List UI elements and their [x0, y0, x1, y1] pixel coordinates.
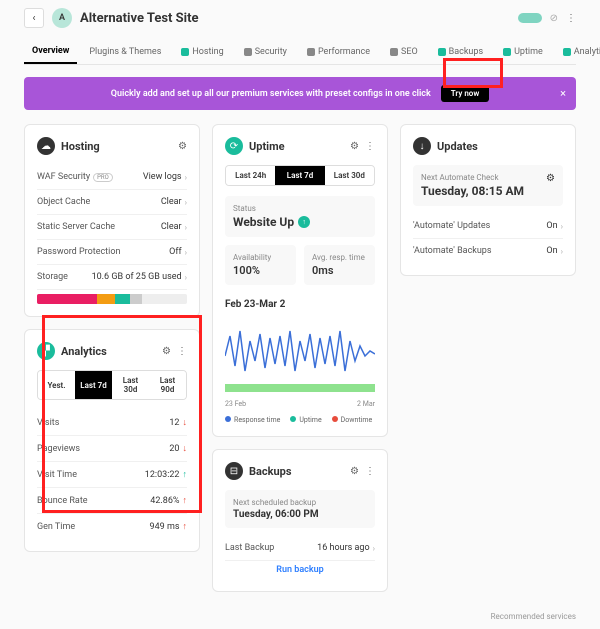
- site-title: Alternative Test Site: [80, 11, 199, 26]
- down-arrow-icon: ↓: [183, 417, 188, 428]
- uptime-icon: [503, 48, 511, 56]
- uptime-chart: [225, 316, 375, 396]
- range-30d[interactable]: Last 30d: [325, 166, 374, 185]
- banner-close-icon[interactable]: ×: [560, 87, 566, 100]
- more-icon[interactable]: ⋮: [365, 141, 375, 152]
- hosting-row-password[interactable]: Password ProtectionOff›: [37, 240, 187, 265]
- range-7d[interactable]: Last 7d: [75, 371, 112, 399]
- analytics-visits: Visits12↓: [37, 410, 187, 436]
- tab-uptime[interactable]: Uptime: [495, 41, 551, 63]
- hosting-row-static[interactable]: Static Server CacheClear›: [37, 215, 187, 240]
- hosting-card: ☁ Hosting ⚙ WAF SecurityPROView logs› Ob…: [24, 124, 200, 317]
- recommended-services: Recommended services: [24, 612, 576, 621]
- hosting-row-storage[interactable]: Storage10.6 GB of 25 GB used›: [37, 265, 187, 290]
- status-pill: [518, 13, 542, 23]
- analytics-gen: Gen Time949 ms↑: [37, 514, 187, 539]
- tab-analytics[interactable]: Analytics: [555, 41, 600, 63]
- hosting-row-cache[interactable]: Object CacheClear›: [37, 190, 187, 215]
- pro-badge: PRO: [93, 173, 113, 182]
- automate-updates-row[interactable]: 'Automate' UpdatesOn›: [413, 214, 563, 239]
- updates-card-icon: ↓: [413, 137, 431, 155]
- site-avatar: A: [52, 8, 72, 28]
- up-arrow-icon: ↑: [183, 521, 188, 532]
- up-arrow-icon: ↑: [183, 495, 188, 506]
- chart-legend: Response time Uptime Downtime: [225, 416, 375, 424]
- more-icon[interactable]: ⋮: [365, 466, 375, 477]
- backups-card: ⊟ Backups ⚙ ⋮ Next scheduled backup Tuesd…: [212, 449, 388, 592]
- analytics-bounce: Bounce Rate42.86%↑: [37, 488, 187, 514]
- tab-plugins[interactable]: Plugins & Themes: [81, 41, 169, 63]
- backups-title: Backups: [249, 465, 292, 478]
- more-icon[interactable]: ⋮: [566, 13, 576, 24]
- last-backup-row[interactable]: Last Backup16 hours ago›: [225, 536, 375, 561]
- tab-seo[interactable]: SEO: [382, 41, 426, 63]
- uptime-card: ⟳ Uptime ⚙ ⋮ Last 24h Last 7d Last 30d St…: [212, 124, 388, 437]
- try-now-button[interactable]: Try now: [441, 85, 489, 102]
- up-arrow-icon: ↑: [183, 469, 188, 480]
- page-header: ‹ A Alternative Test Site ⊘ ⋮: [24, 8, 576, 28]
- analytics-visit-time: Visit Time12:03:22↑: [37, 462, 187, 488]
- uptime-title: Uptime: [249, 140, 285, 153]
- analytics-icon: [563, 48, 571, 56]
- down-arrow-icon: ↓: [183, 443, 188, 454]
- nav-tabs: Overview Plugins & Themes Hosting Securi…: [24, 40, 576, 65]
- more-icon[interactable]: ⋮: [177, 346, 187, 357]
- uptime-range: Last 24h Last 7d Last 30d: [225, 165, 375, 186]
- updates-title: Updates: [437, 140, 478, 153]
- uptime-card-icon: ⟳: [225, 137, 243, 155]
- updates-card: ↓ Updates Next Automate Check Tuesday, 0…: [400, 124, 576, 276]
- analytics-pageviews: Pageviews20↓: [37, 436, 187, 462]
- analytics-card: ▞ Analytics ⚙ ⋮ Yest. Last 7d Last 30d La…: [24, 329, 200, 552]
- backups-card-icon: ⊟: [225, 462, 243, 480]
- tab-security[interactable]: Security: [236, 41, 295, 63]
- analytics-card-icon: ▞: [37, 342, 55, 360]
- chart-title: Feb 23-Mar 2: [225, 299, 375, 310]
- backup-icon: [438, 48, 446, 56]
- hosting-row-waf[interactable]: WAF SecurityPROView logs›: [37, 165, 187, 190]
- help-icon[interactable]: ⊘: [550, 13, 558, 24]
- tab-overview[interactable]: Overview: [24, 40, 77, 64]
- analytics-title: Analytics: [61, 345, 107, 358]
- seo-icon: [390, 48, 398, 56]
- gear-icon[interactable]: ⚙: [350, 141, 359, 152]
- gear-icon[interactable]: ⚙: [546, 173, 555, 184]
- range-yest[interactable]: Yest.: [38, 371, 75, 399]
- next-check-block: Next Automate Check Tuesday, 08:15 AM ⚙: [413, 165, 563, 206]
- range-7d[interactable]: Last 7d: [275, 166, 324, 185]
- hosting-title: Hosting: [61, 140, 100, 153]
- range-30d[interactable]: Last 30d: [112, 371, 149, 399]
- next-backup-block: Next scheduled backup Tuesday, 06:00 PM: [225, 490, 375, 528]
- status-block: Status Website Up↑: [225, 196, 375, 237]
- tab-performance[interactable]: Performance: [299, 41, 378, 63]
- back-button[interactable]: ‹: [24, 8, 44, 28]
- range-24h[interactable]: Last 24h: [226, 166, 275, 185]
- gear-icon[interactable]: ⚙: [350, 466, 359, 477]
- availability-block: Availability100%: [225, 245, 296, 285]
- hosting-icon: ☁: [37, 137, 55, 155]
- promo-banner: Quickly add and set up all our premium s…: [24, 77, 576, 110]
- gear-icon[interactable]: ⚙: [178, 141, 187, 152]
- tab-backups[interactable]: Backups: [430, 41, 491, 63]
- shield-icon: [244, 48, 252, 56]
- analytics-range: Yest. Last 7d Last 30d Last 90d: [37, 370, 187, 400]
- tab-hosting[interactable]: Hosting: [173, 41, 231, 63]
- banner-text: Quickly add and set up all our premium s…: [111, 89, 431, 99]
- storage-bar: [37, 294, 187, 304]
- cloud-icon: [181, 48, 189, 56]
- run-backup-button[interactable]: Run backup: [225, 561, 375, 579]
- gear-icon[interactable]: ⚙: [162, 346, 171, 357]
- gauge-icon: [307, 48, 315, 56]
- resp-block: Avg. resp. time0ms: [304, 245, 375, 285]
- range-90d[interactable]: Last 90d: [149, 371, 186, 399]
- automate-backups-row[interactable]: 'Automate' BackupsOn›: [413, 239, 563, 263]
- status-up-icon: ↑: [298, 216, 310, 228]
